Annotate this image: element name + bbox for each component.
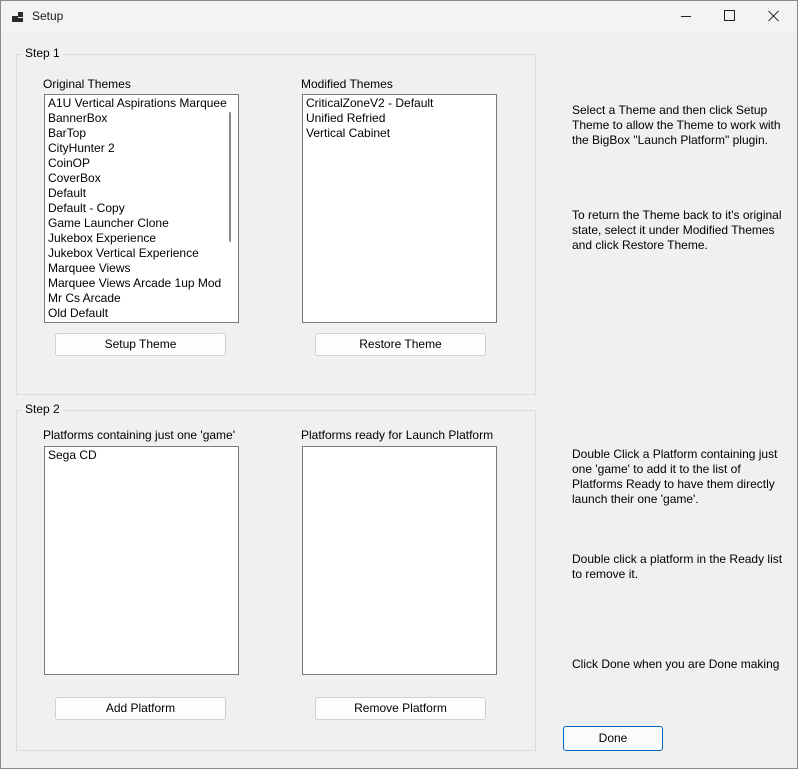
single-game-platforms-list[interactable]: Sega CD — [44, 446, 239, 675]
minimize-icon — [681, 16, 691, 17]
ready-platforms-list[interactable] — [302, 446, 497, 675]
list-item[interactable]: CoinOP — [48, 156, 238, 171]
minimize-button[interactable] — [663, 1, 709, 32]
done-help-text: Click Done when you are Done making — [572, 657, 780, 671]
list-item[interactable]: Unified Refried — [306, 111, 496, 126]
list-item[interactable]: Vertical Cabinet — [306, 126, 496, 141]
list-item[interactable]: CityHunter 2 — [48, 141, 238, 156]
maximize-icon — [724, 10, 735, 21]
step2-label: Step 2 — [22, 402, 63, 416]
list-item[interactable]: CoverBox — [48, 171, 238, 186]
restore-help-text: To return the Theme back to it's origina… — [572, 208, 782, 252]
list-item[interactable]: Jukebox Vertical Experience — [48, 246, 238, 261]
window-title: Setup — [32, 9, 64, 23]
list-item[interactable]: Old Default — [48, 306, 238, 321]
double-click-help-text: Double Click a Platform containing just … — [572, 447, 778, 506]
list-item[interactable]: Marquee Views Arcade 1up Mod — [48, 276, 238, 291]
app-icon — [12, 10, 26, 24]
ready-platforms-label: Platforms ready for Launch Platform — [301, 428, 494, 442]
remove-platform-button[interactable]: Remove Platform — [315, 697, 486, 720]
modified-themes-label: Modified Themes — [301, 77, 393, 91]
restore-theme-button[interactable]: Restore Theme — [315, 333, 486, 356]
list-item[interactable]: A1U Vertical Aspirations Marquee — [48, 96, 238, 111]
list-item[interactable]: BannerBox — [48, 111, 238, 126]
original-themes-label: Original Themes — [43, 77, 131, 91]
title-bar[interactable]: Setup — [1, 1, 797, 32]
single-game-platforms-label: Platforms containing just one 'game' — [43, 428, 236, 442]
list-item[interactable]: Mr Cs Arcade — [48, 291, 238, 306]
modified-themes-list[interactable]: CriticalZoneV2 - Default Unified Refried V… — [302, 94, 497, 323]
list-item[interactable]: Jukebox Experience — [48, 231, 238, 246]
remove-help-text: Double click a platform in the Ready lis… — [572, 552, 783, 581]
original-themes-list[interactable]: A1U Vertical Aspirations Marquee BannerBo… — [44, 94, 239, 323]
list-item[interactable]: CriticalZoneV2 - Default — [306, 96, 496, 111]
done-button[interactable]: Done — [563, 726, 663, 751]
list-item[interactable]: Marquee Views — [48, 261, 238, 276]
list-item[interactable]: BarTop — [48, 126, 238, 141]
setup-help-text: Select a Theme and then click Setup Them… — [572, 103, 781, 147]
list-item[interactable]: Default — [48, 186, 238, 201]
setup-window: Setup Step 1 Original Themes A1U Vertica… — [0, 0, 798, 769]
list-item[interactable]: Default - Copy — [48, 201, 238, 216]
close-button[interactable] — [751, 1, 797, 32]
list-item[interactable]: Game Launcher Clone — [48, 216, 238, 231]
add-platform-button[interactable]: Add Platform — [55, 697, 226, 720]
scrollbar-thumb[interactable] — [229, 112, 231, 242]
step1-label: Step 1 — [22, 46, 63, 60]
setup-theme-button[interactable]: Setup Theme — [55, 333, 226, 356]
list-item[interactable]: Sega CD — [48, 448, 238, 463]
maximize-button[interactable] — [707, 1, 753, 32]
